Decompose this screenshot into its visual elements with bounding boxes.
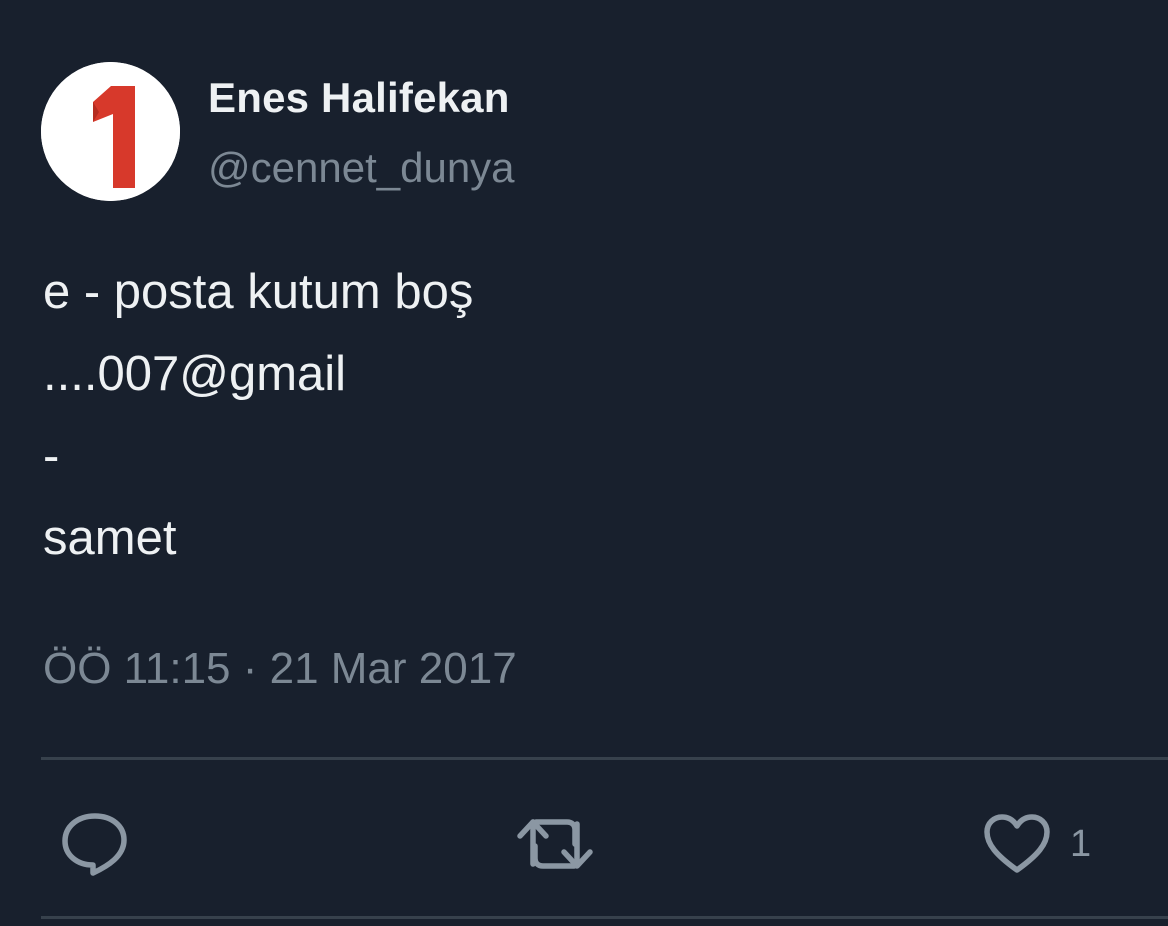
heart-icon <box>984 814 1050 873</box>
tweet-text-line: e - posta kutum boş <box>43 265 474 319</box>
retweet-arrows-icon <box>517 819 593 869</box>
tweet-text-line: ....007@gmail <box>43 347 347 401</box>
divider <box>41 757 1168 760</box>
tweet-card: Enes Halifekan @cennet_dunya e - posta k… <box>0 0 1168 926</box>
tweet-timestamp[interactable]: ÖÖ 11:15 · 21 Mar 2017 <box>43 644 517 694</box>
avatar[interactable] <box>41 62 180 201</box>
speech-bubble-icon <box>62 813 127 876</box>
number-one-avatar-icon <box>41 62 180 201</box>
retweet-button[interactable] <box>515 808 595 880</box>
tweet-text-line: - <box>43 429 60 483</box>
divider <box>41 916 1168 919</box>
like-button[interactable]: 1 <box>982 808 1091 880</box>
tweet-text-line: samet <box>43 511 177 565</box>
tweet-text: e - posta kutum boş ....007@gmail - same… <box>43 262 473 590</box>
author-display-name[interactable]: Enes Halifekan <box>208 74 510 122</box>
like-count: 1 <box>1070 822 1092 865</box>
reply-button[interactable] <box>60 808 130 880</box>
author-handle[interactable]: @cennet_dunya <box>208 144 515 192</box>
